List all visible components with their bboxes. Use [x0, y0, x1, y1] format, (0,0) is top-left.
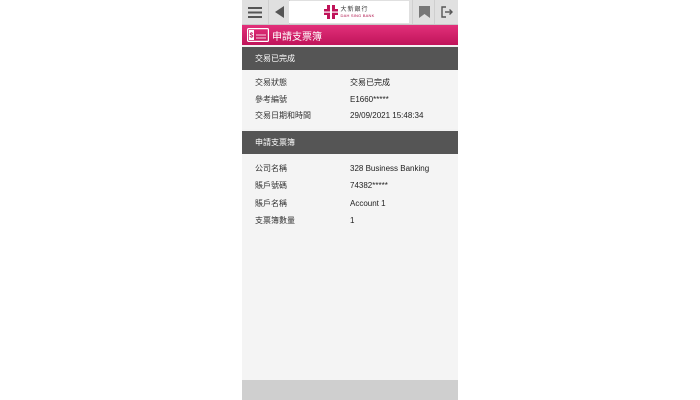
- dah-sing-logo-icon: [323, 5, 338, 19]
- logout-button[interactable]: [434, 0, 458, 24]
- page-title-bar: $ 申請支票簿: [242, 25, 458, 45]
- top-navigation-bar: 大新銀行 DAH SING BANK: [242, 0, 458, 25]
- detail-label: 交易日期和時間: [255, 111, 311, 120]
- detail-label: 交易狀態: [255, 78, 287, 87]
- detail-label: 賬戶號碼: [255, 181, 287, 190]
- bank-logo: 大新銀行 DAH SING BANK: [289, 1, 409, 23]
- detail-label: 參考編號: [255, 95, 287, 104]
- bookmark-button[interactable]: [412, 0, 435, 24]
- back-button[interactable]: [268, 0, 290, 24]
- logo-chinese-text: 大新銀行: [340, 6, 369, 13]
- detail-value: 29/09/2021 15:48:34: [350, 111, 424, 120]
- page-title: 申請支票簿: [272, 31, 322, 43]
- bottom-bar: [242, 380, 458, 400]
- transaction-status-header: 交易已完成: [242, 47, 458, 70]
- transaction-status-header-text: 交易已完成: [255, 54, 295, 63]
- menu-button[interactable]: [242, 0, 268, 24]
- detail-row: 交易日期和時間 29/09/2021 15:48:34: [242, 109, 458, 123]
- detail-value: 交易已完成: [350, 78, 390, 87]
- detail-row: 交易狀態 交易已完成: [242, 76, 458, 90]
- detail-row: 賬戶名稱 Account 1: [242, 197, 458, 211]
- detail-value: 1: [350, 216, 355, 225]
- logo-english-text: DAH SING BANK: [340, 12, 375, 18]
- detail-row: 賬戶號碼 74382*****: [242, 179, 458, 193]
- detail-label: 公司名稱: [255, 164, 287, 173]
- cheque-request-header-text: 申請支票簿: [255, 138, 295, 147]
- detail-row: 公司名稱 328 Business Banking: [242, 162, 458, 176]
- hamburger-menu-icon: [248, 6, 262, 18]
- detail-value: Account 1: [350, 199, 386, 208]
- detail-value: 74382*****: [350, 181, 388, 190]
- mobile-app-frame: 大新銀行 DAH SING BANK $ 申請支票簿 交易已完成 交易狀態 交易…: [242, 0, 458, 400]
- detail-label: 支票簿數量: [255, 216, 295, 225]
- cheque-book-icon-wrap: $: [247, 28, 269, 42]
- cheque-book-icon: $: [247, 28, 269, 42]
- detail-value: 328 Business Banking: [350, 164, 430, 173]
- detail-row: 參考編號 E1660*****: [242, 93, 458, 107]
- back-arrow-icon: [274, 6, 284, 18]
- detail-value: E1660*****: [350, 95, 389, 104]
- bookmark-icon: [418, 6, 430, 18]
- detail-row: 支票簿數量 1: [242, 214, 458, 228]
- logout-icon: [440, 6, 453, 18]
- cheque-request-header: 申請支票簿: [242, 131, 458, 154]
- cheque-request-details: 公司名稱 328 Business Banking 賬戶號碼 74382****…: [242, 154, 458, 394]
- transaction-details: 交易狀態 交易已完成 參考編號 E1660***** 交易日期和時間 29/09…: [242, 70, 458, 129]
- svg-text:$: $: [250, 33, 254, 40]
- detail-label: 賬戶名稱: [255, 199, 287, 208]
